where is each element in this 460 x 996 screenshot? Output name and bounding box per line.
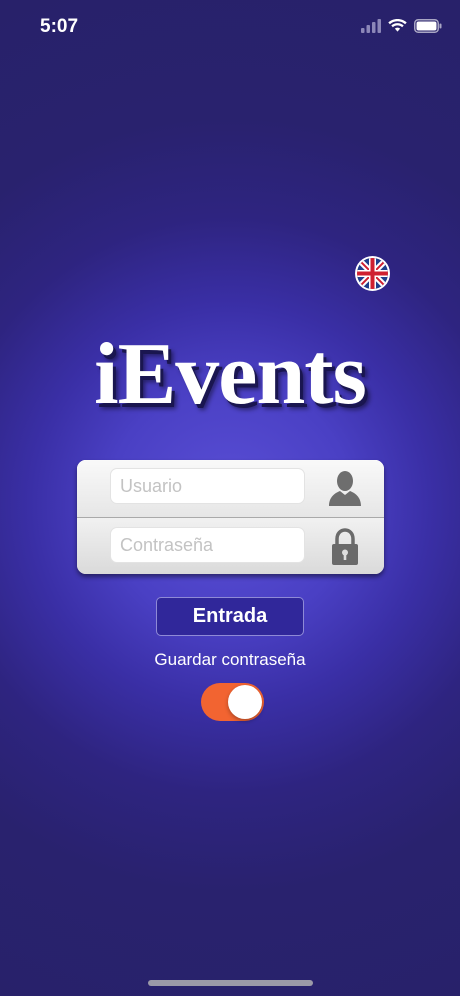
app-logo: iEvents [94,326,367,423]
save-password-label: Guardar contraseña [154,650,306,669]
toggle-knob [228,685,262,719]
uk-flag-icon [357,258,388,289]
password-input[interactable] [110,527,305,563]
username-row [77,460,384,517]
battery-icon [414,19,442,33]
login-form [77,460,384,574]
save-password-toggle[interactable] [201,683,264,721]
login-button[interactable]: Entrada [156,597,304,636]
status-bar: 5:07 [0,0,460,58]
password-row [77,517,384,574]
cellular-signal-icon [361,19,381,33]
home-indicator[interactable] [148,980,313,986]
padlock-icon [332,528,358,565]
status-icons [361,19,442,33]
wifi-icon [388,19,407,32]
username-input[interactable] [110,468,305,504]
status-time: 5:07 [40,16,79,37]
user-silhouette-icon [329,471,361,506]
language-selector-button[interactable] [357,258,388,289]
